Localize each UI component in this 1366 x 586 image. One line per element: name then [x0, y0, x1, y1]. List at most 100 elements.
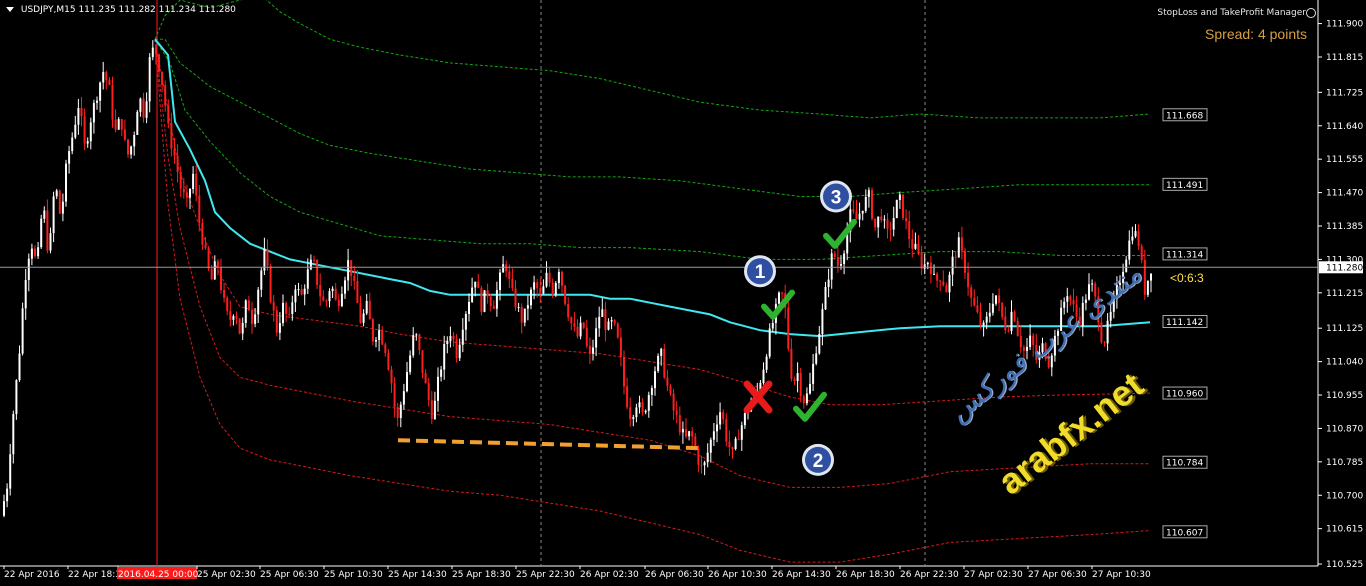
candle-bull — [681, 429, 684, 433]
candle-bear — [852, 209, 855, 212]
candle-bull — [406, 372, 408, 392]
candle-bull — [716, 424, 718, 432]
candle-bear — [960, 237, 963, 251]
candle-bear — [108, 80, 111, 85]
candle-bull — [712, 431, 715, 440]
candle-bull — [399, 404, 402, 418]
candle-bull — [433, 400, 436, 419]
candle-bear — [396, 407, 399, 418]
y-tick-label: 111.125 — [1326, 324, 1363, 334]
candle-bear — [967, 272, 970, 288]
candle-bull — [812, 363, 815, 384]
candle-bear — [799, 373, 802, 397]
candle-bull — [213, 261, 216, 280]
candle-bear — [675, 410, 678, 416]
candle-bull — [189, 189, 191, 198]
x-tick-label: 26 Apr 02:30 — [580, 570, 639, 580]
candle-bull — [1134, 231, 1137, 237]
candle-bull — [117, 119, 120, 130]
candle-bear — [520, 307, 523, 323]
candle-bear — [387, 352, 390, 370]
time-axis: 22 Apr 2016 22 Apr 18:302016.04.25 00:002… — [3, 566, 1151, 580]
candle-bull — [892, 218, 895, 230]
candle-bear — [58, 190, 61, 214]
candle-bear — [384, 344, 387, 353]
badge-number: 3 — [831, 188, 842, 209]
candle-bear — [427, 383, 430, 401]
candle-bull — [9, 454, 12, 489]
candle-bull — [883, 219, 886, 221]
band-upper-3 — [154, 0, 1151, 119]
candle-bear — [216, 261, 219, 268]
smiley-icon[interactable] — [1306, 8, 1316, 18]
candle-bear — [536, 282, 539, 289]
candle-bear — [728, 441, 731, 448]
menu-triangle-icon[interactable] — [6, 7, 14, 12]
candle-bear — [1016, 320, 1019, 336]
candle-bear — [954, 256, 957, 258]
candle-bear — [1013, 311, 1016, 321]
candle-bull — [632, 417, 635, 419]
candle-bull — [375, 340, 377, 342]
candle-bull — [824, 287, 827, 310]
candle-bear — [737, 438, 740, 440]
candle-bear — [368, 300, 371, 320]
candle-bull — [635, 407, 638, 418]
y-tick-label: 111.215 — [1326, 289, 1363, 299]
candle-bull — [133, 135, 136, 147]
x-tick-label: 25 Apr 02:30 — [197, 570, 256, 580]
candle-bull — [3, 501, 5, 516]
x-tick-label: 2016.04.25 00:00 — [118, 570, 199, 580]
candle-bear — [663, 348, 666, 378]
candle-bull — [1106, 320, 1109, 344]
candle-bear — [34, 248, 36, 257]
candle-bull — [957, 237, 960, 258]
candle-bear — [998, 295, 1001, 303]
candle-bear — [573, 323, 576, 327]
candle-bear — [313, 259, 315, 261]
candle-bear — [787, 307, 790, 349]
x-tick-label: 25 Apr 06:30 — [260, 570, 319, 580]
candle-bear — [685, 429, 687, 437]
candle-bull — [1109, 311, 1112, 321]
candle-bear — [855, 211, 858, 220]
candle-bear — [272, 302, 275, 311]
candle-bear — [911, 239, 914, 249]
candle-bear — [1143, 260, 1146, 295]
candle-bull — [437, 376, 439, 401]
candle-bear — [275, 310, 278, 333]
candle-bear — [1007, 330, 1010, 332]
candle-bear — [917, 243, 920, 253]
x-tick-label: 25 Apr 18:30 — [452, 570, 511, 580]
candle-bear — [672, 393, 675, 411]
candle-bear — [564, 285, 567, 304]
candle-bear — [833, 253, 836, 258]
candle-bear — [802, 396, 805, 404]
candle-bear — [936, 273, 939, 281]
candle-bull — [644, 410, 647, 413]
candle-bear — [793, 378, 796, 381]
price-chart[interactable]: 111.668 111.491 111.314 111.142 110.960 110.7… — [0, 0, 1366, 586]
candle-bull — [647, 394, 650, 411]
candle-bear — [836, 257, 839, 266]
candle-bear — [725, 419, 728, 442]
x-tick-label: 25 Apr 14:30 — [388, 570, 447, 580]
symbol-info: USDJPY,M15 — [20, 5, 76, 15]
candle-bear — [154, 47, 157, 55]
candle-bull — [71, 137, 74, 152]
candle-bull — [89, 122, 92, 142]
candle-bear — [353, 276, 356, 281]
candle-bull — [743, 413, 746, 426]
candle-bear — [247, 300, 250, 311]
candle-bull — [523, 308, 526, 323]
candle-bull — [499, 272, 501, 290]
candle-bear — [83, 116, 86, 144]
candle-bear — [973, 297, 976, 306]
chart-window[interactable]: 111.668 111.491 111.314 111.142 110.960 110.7… — [0, 0, 1366, 586]
candle-bull — [136, 111, 139, 135]
band-lower-1 — [154, 39, 1151, 406]
candle-bear — [976, 305, 979, 312]
candle-bull — [362, 313, 365, 323]
x-tick-label: 27 Apr 02:30 — [964, 570, 1023, 580]
x-tick-label: 25 Apr 22:30 — [516, 570, 575, 580]
